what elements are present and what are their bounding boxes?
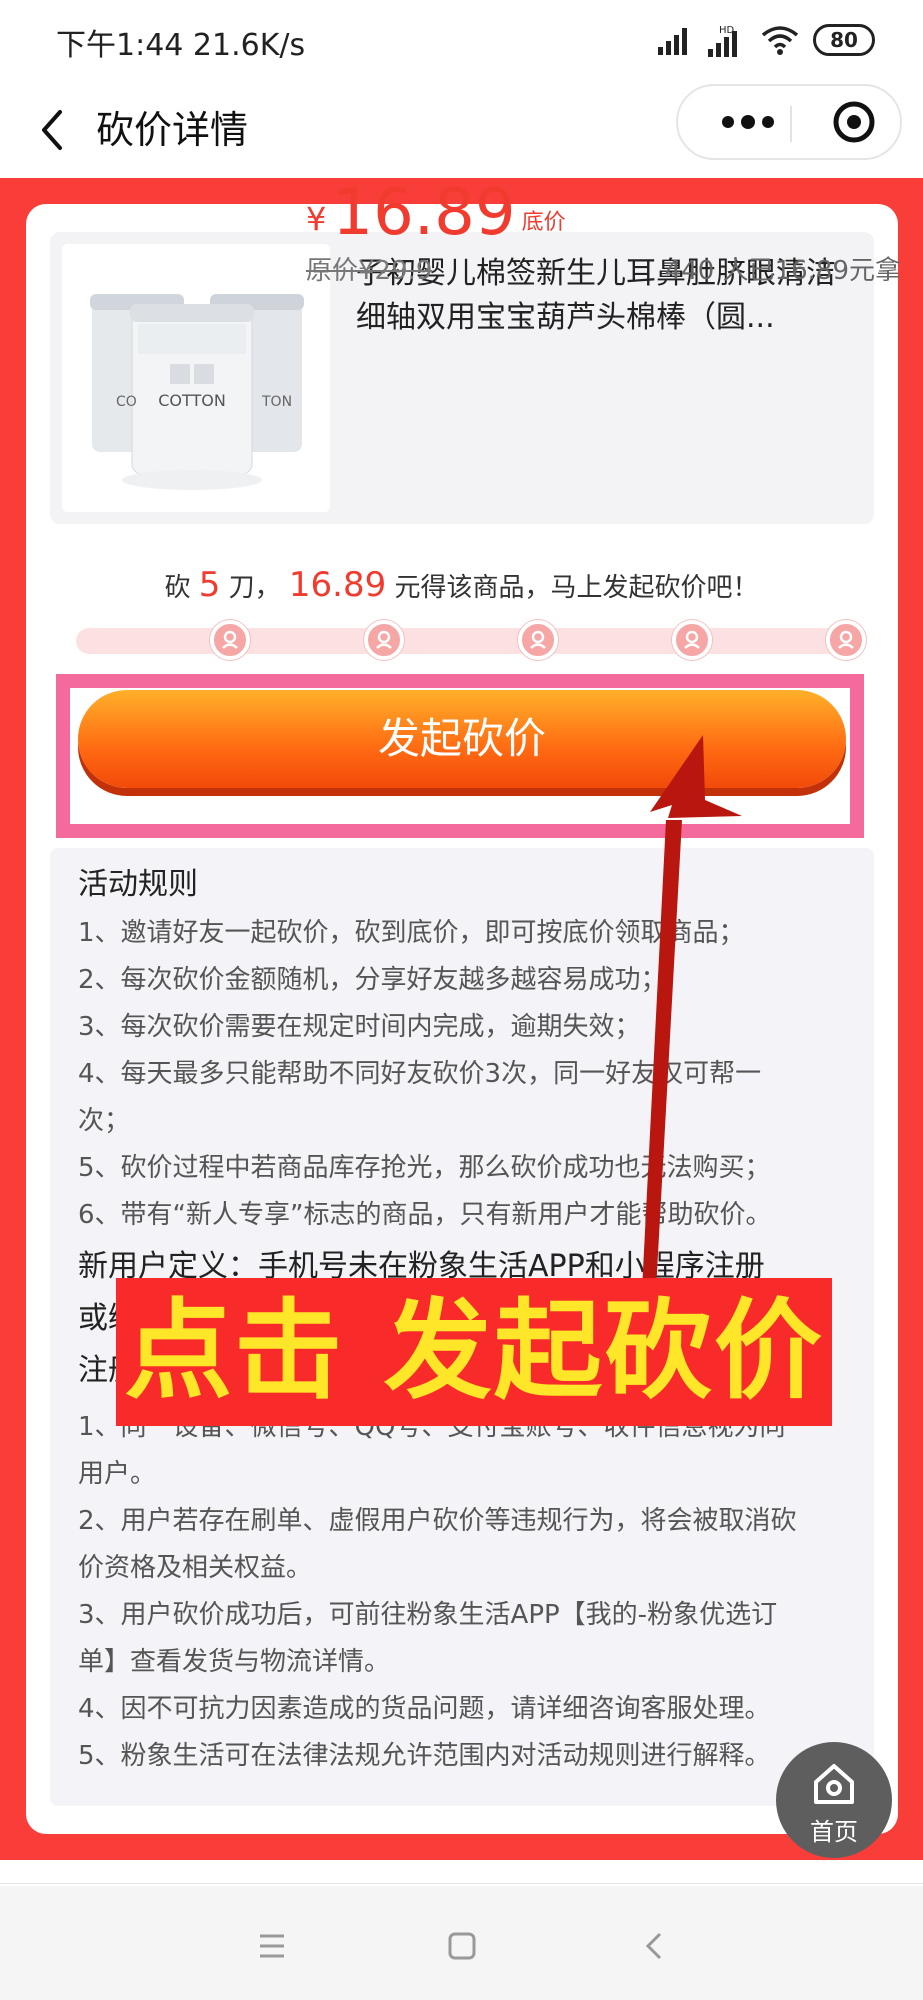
- rule-item: 价资格及相关权益。: [78, 1553, 313, 1583]
- capsule-divider: [790, 106, 792, 142]
- system-menu-button[interactable]: [242, 1916, 302, 1976]
- signal-icon: [658, 28, 687, 55]
- rule-item: 1、邀请好友一起砍价，砍到底价，即可按底价领取商品；: [78, 918, 745, 948]
- floor-price-tag: 底价: [521, 210, 566, 235]
- more-dots-icon: [722, 115, 774, 129]
- rule-item: 5、砍价过程中若商品库存抢光，那么砍价成功也无法购买；: [78, 1153, 771, 1183]
- menu-icon: [260, 1934, 284, 1958]
- avatar-placeholder-icon: [530, 630, 546, 649]
- product-image: COTTON CO TON: [62, 244, 330, 512]
- rule-item: 4、每天最多只能帮助不同好友砍价3次，同一好友仅可帮一: [78, 1059, 762, 1089]
- hint-prefix: 砍: [164, 573, 191, 603]
- rule-item: 2、用户若存在刷单、虚假用户砍价等违规行为，将会被取消砍: [78, 1506, 797, 1536]
- avatar-placeholder-icon: [684, 630, 700, 649]
- bargain-progress-track: [76, 628, 866, 654]
- product-image-label: COTTON: [158, 391, 226, 410]
- home-button-label: 首页: [810, 1818, 858, 1846]
- rule-item: 5、粉象生活可在法律法规允许范围内对活动规则进行解释。: [78, 1741, 771, 1771]
- back-button[interactable]: [24, 98, 88, 162]
- rule-item: 6、带有“新人专享”标志的商品，只有新用户才能帮助砍价。: [78, 1200, 772, 1230]
- rule-item: 用户。: [78, 1459, 157, 1489]
- bargain-hint: 砍 5 刀， 16.89 元得该商品，马上发起砍价吧！: [0, 565, 923, 605]
- chevron-left-icon: [42, 110, 62, 150]
- rule-item: 2、每次砍价金额随机，分享好友越多越容易成功；: [78, 965, 667, 995]
- price-row: ¥ 16.89 底价: [306, 180, 566, 246]
- back-icon: [645, 1932, 662, 1960]
- status-bar: 下午1:44 21.6K/s HD 80: [0, 0, 923, 80]
- cotton-jars-image: COTTON CO TON: [62, 244, 330, 512]
- more-button[interactable]: [708, 86, 788, 158]
- svg-text:CO: CO: [116, 394, 137, 410]
- rule-item: 次；: [78, 1106, 131, 1136]
- floor-price: 16.89: [332, 176, 516, 250]
- page-title: 砍价详情: [96, 108, 249, 152]
- hint-target-price: 16.89: [288, 565, 387, 605]
- hint-mid: 刀，: [228, 573, 281, 603]
- status-time: 下午1:44 21.6K/s: [56, 28, 306, 63]
- annotation-text: 点击 发起砍价: [124, 1289, 824, 1414]
- mini-program-capsule: [676, 84, 902, 160]
- price-currency: ¥: [306, 200, 327, 238]
- original-price: 原价¥29.9: [306, 256, 433, 286]
- rule-item: 3、每次砍价需要在规定时间内完成，逾期失效；: [78, 1012, 641, 1042]
- progress-knot: [210, 620, 250, 660]
- status-icons: HD 80: [657, 22, 875, 58]
- progress-knot: [364, 620, 404, 660]
- avatar-placeholder-icon: [376, 630, 392, 649]
- hd-signal-icon: HD: [708, 25, 737, 57]
- system-home-button[interactable]: [432, 1916, 492, 1976]
- progress-knot: [672, 620, 712, 660]
- progress-knot: [518, 620, 558, 660]
- wifi-icon: [761, 26, 799, 55]
- target-circle-icon: [833, 101, 875, 143]
- system-back-button[interactable]: [624, 1916, 684, 1976]
- avatar-placeholder-icon: [222, 630, 238, 649]
- close-button[interactable]: [814, 86, 894, 158]
- hint-suffix: 元得该商品，马上发起砍价吧！: [394, 573, 759, 603]
- rules-title: 活动规则: [78, 867, 198, 902]
- svg-text:TON: TON: [261, 394, 292, 410]
- sold-count: 440 人已16.89元拿: [664, 256, 901, 286]
- start-bargain-button[interactable]: 发起砍价: [78, 690, 846, 788]
- battery-icon: 80: [813, 24, 875, 56]
- rule-item: 3、用户砍价成功后，可前往粉象生活APP【我的-粉象优选订: [78, 1600, 778, 1630]
- home-button[interactable]: 首页: [776, 1742, 892, 1858]
- home-square-icon: [448, 1932, 476, 1960]
- page-bottom-strip: [0, 1860, 923, 1884]
- hint-cuts: 5: [198, 565, 221, 605]
- rule-item: 单】查看发货与物流详情。: [78, 1647, 391, 1677]
- avatar-placeholder-icon: [838, 630, 854, 649]
- system-nav-bar: [0, 1886, 923, 2000]
- rule-item: 4、因不可抗力因素造成的货品问题，请详细咨询客服处理。: [78, 1694, 771, 1724]
- progress-knot: [826, 620, 866, 660]
- nav-bar: 砍价详情: [0, 80, 923, 180]
- home-icon: [814, 1764, 854, 1804]
